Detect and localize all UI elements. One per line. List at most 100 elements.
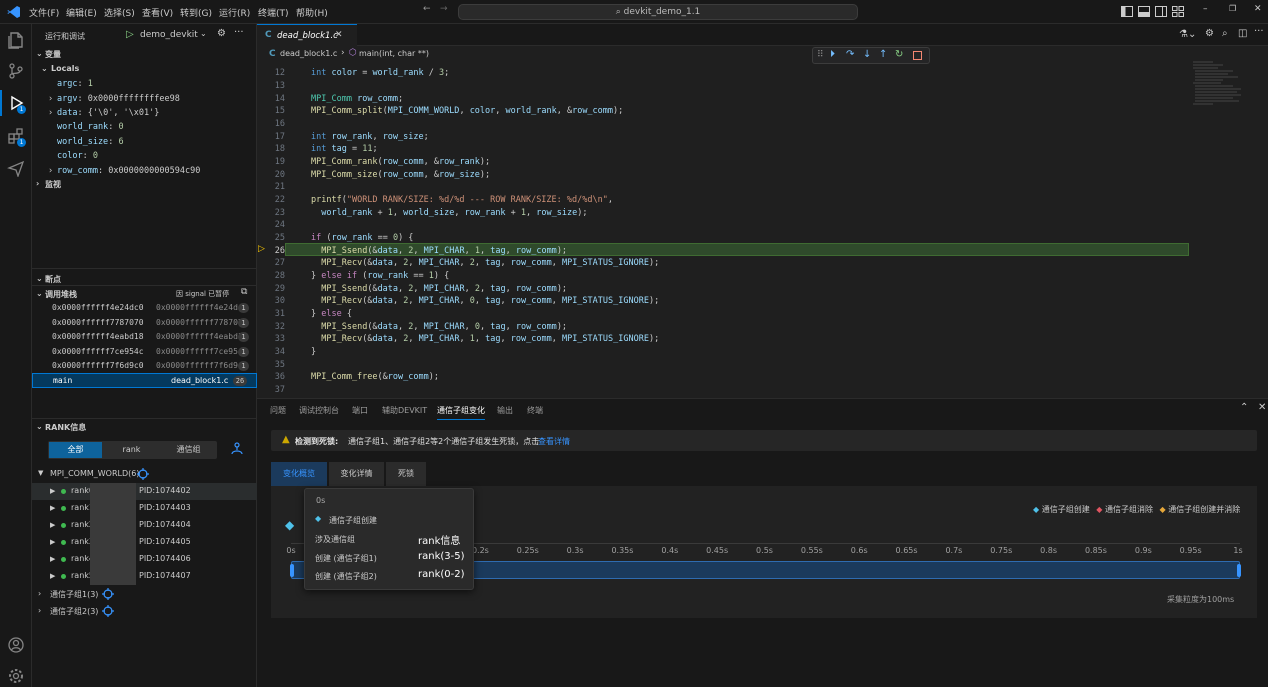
range-handle-start[interactable] (290, 564, 294, 577)
menu-edit[interactable]: 编辑(E) (66, 6, 97, 19)
close-window-icon[interactable]: ✕ (1254, 4, 1262, 14)
subtab-overview[interactable]: 变化概览 (271, 462, 327, 486)
event-marker-diamond[interactable]: ◆ (285, 518, 294, 532)
variable-row[interactable]: argc: 1 (48, 79, 93, 89)
menu-selection[interactable]: 选择(S) (104, 6, 135, 19)
debug-config-select[interactable]: demo_devkit (140, 30, 198, 40)
code-line[interactable]: int row_rank, row_size; (311, 132, 429, 142)
stack-frame-main[interactable]: main dead_block1.c 26 (32, 373, 257, 388)
subtab-deadlock[interactable]: 死锁 (386, 462, 426, 486)
tab-output[interactable]: 输出 (497, 405, 513, 416)
code-line[interactable]: int tag = 11; (311, 144, 378, 154)
step-out-icon[interactable]: ↑ (879, 49, 887, 60)
code-line[interactable]: MPI_Comm_size(row_comm, &row_size); (311, 170, 490, 180)
settings-gear-icon[interactable] (7, 667, 25, 685)
rank-row[interactable]: ▶ rank5 PID:1074407 (32, 568, 257, 585)
code-line[interactable]: MPI_Ssend(&data, 2, MPI_CHAR, 2, tag, ro… (311, 284, 567, 294)
menu-terminal[interactable]: 终端(T) (258, 6, 289, 19)
stack-frame[interactable]: 0x0000ffffff4e24dc0 0x0000ffffff4e24dc0 1 (32, 301, 257, 315)
step-over-icon[interactable]: ↷ (846, 49, 854, 60)
collapse-all-icon[interactable]: ⧉ (241, 287, 247, 297)
code-line[interactable]: MPI_Recv(&data, 2, MPI_CHAR, 1, tag, row… (311, 334, 659, 344)
code-line[interactable]: MPI_Recv(&data, 2, MPI_CHAR, 2, tag, row… (311, 258, 659, 268)
comm-group-row[interactable]: › 通信子组1(3) (32, 586, 257, 603)
editor-settings-icon[interactable]: ⚙ (1205, 28, 1214, 39)
stack-frame[interactable]: 0x0000ffffff7787070 0x0000ffffff7787070 1 (32, 316, 257, 330)
menu-run[interactable]: 运行(R) (219, 6, 250, 19)
code-line[interactable]: MPI_Comm_free(&row_comm); (311, 372, 439, 382)
devkit-send-icon[interactable] (7, 159, 25, 177)
close-panel-icon[interactable]: ✕ (1258, 402, 1266, 413)
code-line[interactable]: if (row_rank == 0) { (311, 233, 413, 243)
command-center[interactable]: ⌕ devkit_demo_1.1 (458, 4, 858, 20)
tab-rank[interactable]: rank (105, 442, 158, 458)
variable-row[interactable]: world_size: 6 (48, 137, 124, 147)
restore-icon[interactable]: ❐ (1229, 4, 1236, 13)
split-editor-icon[interactable]: ◫ (1238, 28, 1247, 39)
tab-comm-group[interactable]: 通信组 (161, 442, 216, 458)
debug-settings-gear-icon[interactable]: ⚙ (217, 28, 226, 39)
tab-problems[interactable]: 问题 (270, 405, 286, 416)
code-line[interactable]: MPI_Recv(&data, 2, MPI_CHAR, 0, tag, row… (311, 296, 659, 306)
more-actions-icon[interactable]: ··· (234, 27, 244, 38)
tab-ports[interactable]: 端口 (352, 405, 368, 416)
tab-terminal[interactable]: 终端 (527, 405, 543, 416)
locate-icon[interactable] (102, 605, 114, 617)
explorer-icon[interactable] (7, 31, 25, 49)
code-line[interactable]: } (311, 347, 316, 357)
editor-search-icon[interactable]: ⌕ (1222, 28, 1228, 39)
continue-icon[interactable]: ⏵ (830, 49, 835, 60)
stack-frame[interactable]: 0x0000ffffff7f6d9c0 0x0000ffffff7f6d9c0 1 (32, 359, 257, 373)
toggle-panel-icon[interactable] (1138, 6, 1150, 17)
toggle-sidebar-icon[interactable] (1121, 6, 1133, 17)
toggle-secondary-sidebar-icon[interactable] (1155, 6, 1167, 17)
minimap[interactable] (1193, 60, 1253, 120)
rank-row[interactable]: ▶ rank0 PID:1074402 (32, 483, 257, 500)
step-into-icon[interactable]: ↓ (863, 49, 871, 60)
code-line[interactable]: int color = world_rank / 3; (311, 68, 449, 78)
start-debug-icon[interactable]: ▷ (126, 29, 134, 40)
variable-row[interactable]: color: 0 (48, 151, 98, 161)
tab-dead-block1[interactable]: C dead_block1.c ✕ (257, 24, 357, 46)
code-line[interactable]: MPI_Comm_split(MPI_COMM_WORLD, color, wo… (311, 106, 623, 116)
breadcrumb-function[interactable]: main(int, char **) (359, 49, 429, 58)
tab-all[interactable]: 全部 (49, 442, 102, 458)
menu-view[interactable]: 查看(V) (142, 6, 173, 19)
rank-tree-icon[interactable] (231, 442, 243, 455)
editor-more-icon[interactable]: ··· (1254, 26, 1264, 37)
code-line[interactable]: } else if (row_rank == 1) { (311, 271, 449, 281)
variable-row[interactable]: › argv: 0x0000ffffffffee98 (48, 94, 180, 104)
code-line[interactable]: MPI_Ssend(&data, 2, MPI_CHAR, 0, tag, ro… (311, 322, 567, 332)
code-line[interactable]: MPI_Comm_rank(row_comm, &row_rank); (311, 157, 490, 167)
run-debug-dropdown-icon[interactable]: ⚗⌄ (1179, 29, 1196, 40)
variable-row[interactable]: › data: {'\0', '\x01'} (48, 108, 159, 118)
tab-comm-group-changes[interactable]: 通信子组变化 (437, 405, 485, 420)
code-line[interactable]: world_rank + 1, world_size, row_rank + 1… (311, 208, 587, 218)
rank-row[interactable]: ▶ rank4 PID:1074406 (32, 551, 257, 568)
code-line[interactable]: } else { (311, 309, 352, 319)
rank-row[interactable]: ▶ rank2 PID:1074404 (32, 517, 257, 534)
chevron-down-icon[interactable]: ⌄ (200, 29, 207, 38)
rank-row[interactable]: ▶ rank1 PID:1074403 (32, 500, 257, 517)
code-line[interactable]: MPI_Comm row_comm; (311, 94, 403, 104)
stop-icon[interactable] (913, 51, 922, 60)
menu-file[interactable]: 文件(F) (29, 6, 59, 19)
maximize-panel-icon[interactable]: ⌃ (1240, 402, 1248, 413)
stack-frame[interactable]: 0x0000ffffff4eabd18 0x0000ffffff4eabd18 1 (32, 330, 257, 344)
account-icon[interactable] (7, 636, 25, 654)
breadcrumb-file[interactable]: dead_block1.c (280, 49, 337, 58)
locate-icon[interactable] (102, 588, 114, 600)
menu-help[interactable]: 帮助(H) (296, 6, 328, 19)
range-handle-end[interactable] (1237, 564, 1241, 577)
close-tab-icon[interactable]: ✕ (335, 30, 343, 40)
code-line[interactable]: MPI_Ssend(&data, 2, MPI_CHAR, 1, tag, ro… (311, 246, 567, 256)
minimize-icon[interactable]: – (1203, 4, 1208, 14)
variable-row[interactable]: › row_comm: 0x0000000000594c90 (48, 166, 200, 176)
subtab-details[interactable]: 变化详情 (329, 462, 384, 486)
stack-frame[interactable]: 0x0000ffffff7ce954c 0x0000ffffff7ce954c 1 (32, 345, 257, 359)
source-control-icon[interactable] (7, 62, 25, 80)
customize-layout-icon[interactable] (1172, 6, 1184, 17)
restart-icon[interactable]: ↻ (895, 49, 903, 60)
forward-arrow-icon[interactable]: → (440, 4, 448, 14)
rank-row[interactable]: ▶ rank3 PID:1074405 (32, 534, 257, 551)
